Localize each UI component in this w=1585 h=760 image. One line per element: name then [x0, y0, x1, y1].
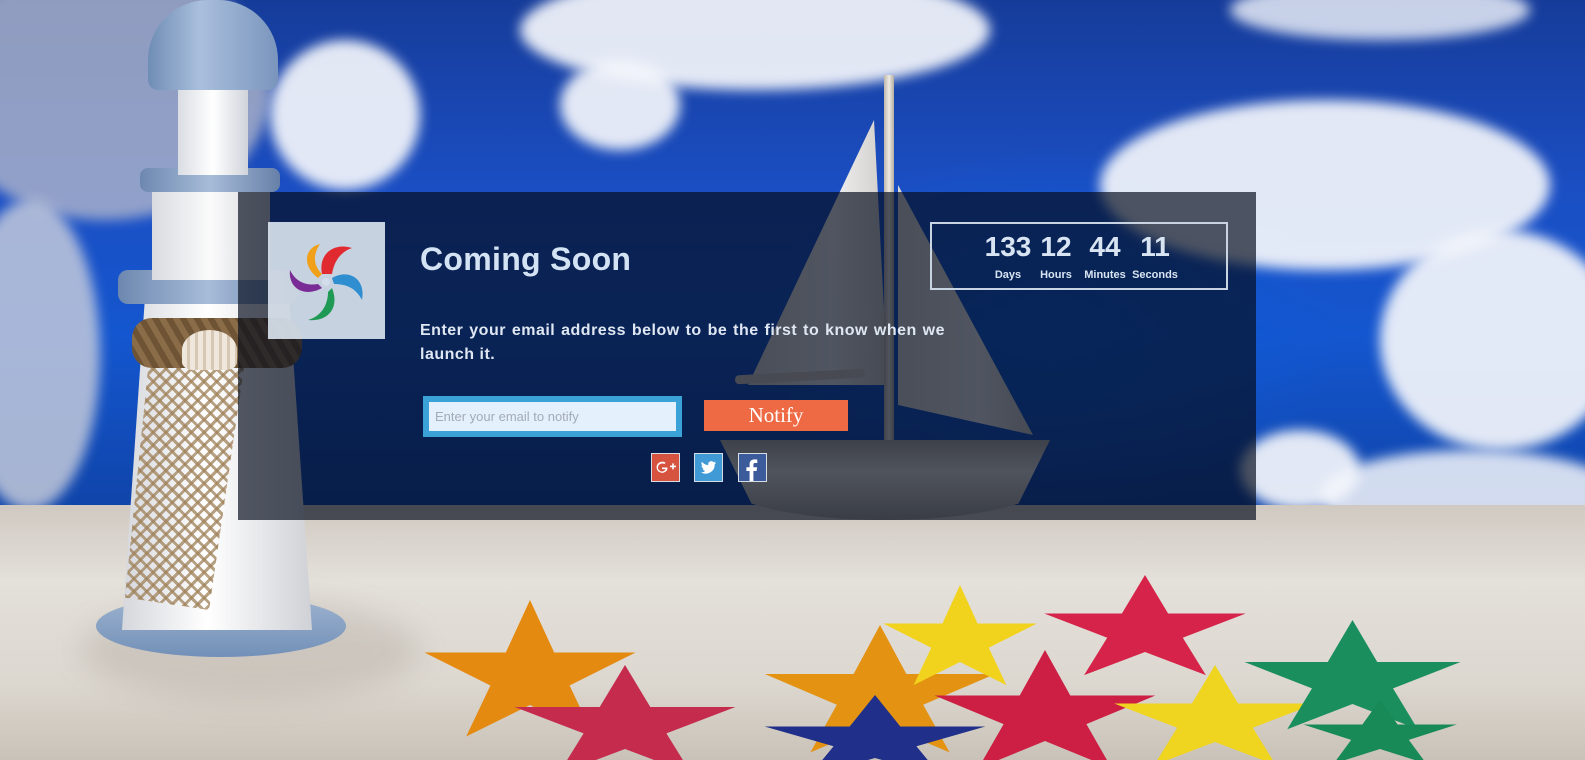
page-title: Coming Soon — [420, 241, 632, 277]
countdown-seconds-label: Seconds — [1132, 269, 1178, 281]
countdown-hours: 12 Hours — [1036, 230, 1076, 282]
cloud — [560, 60, 680, 150]
google-plus-icon — [656, 461, 676, 473]
page-subtitle: Enter your email address below to be the… — [420, 322, 945, 363]
countdown-seconds-value: 11 — [1140, 231, 1170, 262]
facebook-icon — [746, 459, 758, 481]
countdown-hours-value: 12 — [1040, 231, 1072, 262]
countdown-days-label: Days — [994, 269, 1022, 281]
countdown-days: 133 Days — [984, 230, 1032, 282]
countdown-minutes-value: 44 — [1089, 231, 1121, 262]
cloud — [270, 40, 420, 190]
lighthouse-lantern — [178, 85, 248, 175]
facebook-link[interactable] — [738, 453, 767, 482]
colorful-swirl-logo-icon — [289, 244, 363, 321]
countdown-seconds: 11 Seconds — [1132, 230, 1178, 282]
email-field-frame — [423, 396, 682, 437]
countdown-minutes: 44 Minutes — [1082, 230, 1128, 282]
notify-button[interactable]: Notify — [704, 400, 848, 431]
email-input[interactable] — [429, 402, 676, 431]
countdown-minutes-label: Minutes — [1084, 269, 1126, 281]
google-plus-link[interactable] — [651, 453, 680, 482]
countdown-timer: 133 Days 12 Hours 44 Minutes 11 Seconds — [930, 222, 1228, 290]
logo — [268, 222, 385, 339]
countdown-days-value: 133 — [984, 231, 1032, 262]
countdown-hours-label: Hours — [1040, 269, 1072, 281]
seashell — [182, 330, 237, 370]
twitter-link[interactable] — [694, 453, 723, 482]
twitter-icon — [701, 461, 716, 474]
